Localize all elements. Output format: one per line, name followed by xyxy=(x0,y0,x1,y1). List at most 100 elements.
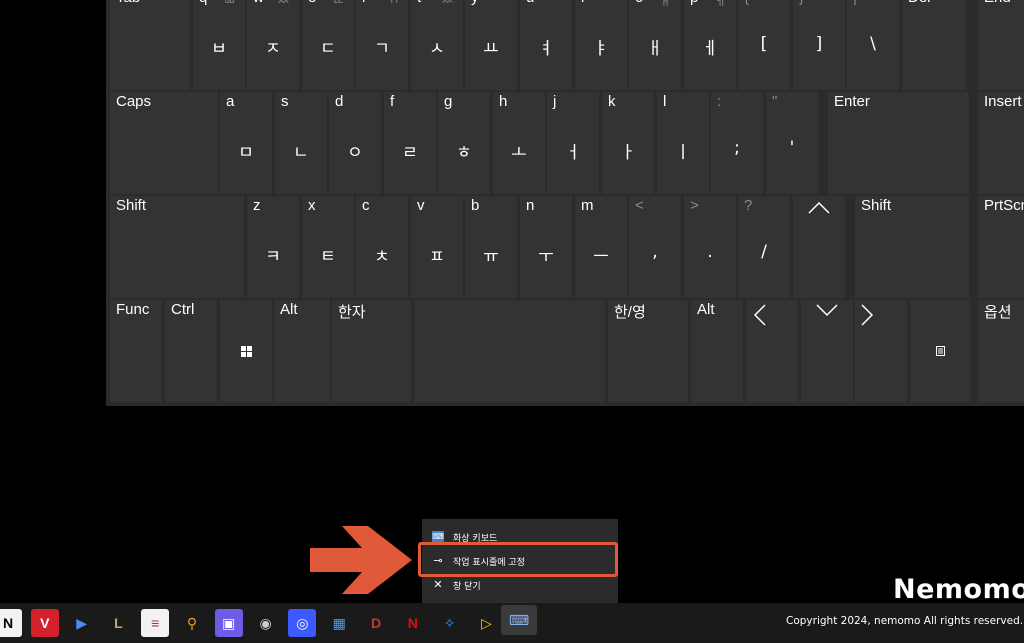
key-w[interactable]: w ㅉㅈ xyxy=(247,0,299,90)
context-menu-icon xyxy=(910,346,970,359)
key-hangul-label: ㅏ xyxy=(620,143,636,163)
camera-app-icon[interactable]: ◎ xyxy=(288,609,317,637)
key-k[interactable]: kㅏ xyxy=(602,92,654,194)
key-a[interactable]: aㅁ xyxy=(220,92,272,194)
key-pipe[interactable]: |\ xyxy=(847,0,899,90)
key-g[interactable]: gㅎ xyxy=(438,92,490,194)
key-quote[interactable]: " ' xyxy=(766,92,818,194)
key-space[interactable] xyxy=(414,300,605,402)
key-menu[interactable] xyxy=(910,300,970,402)
key-b[interactable]: bㅠ xyxy=(465,196,517,298)
key-rbracket[interactable]: }] xyxy=(793,0,845,90)
key-insert[interactable]: Insert xyxy=(978,92,1024,194)
key-d[interactable]: dㅇ xyxy=(329,92,381,194)
key-j[interactable]: jㅓ xyxy=(547,92,599,194)
key-shift-right[interactable]: Shift xyxy=(855,196,969,298)
key-hangul-label: ㄹ xyxy=(402,143,418,163)
key-prtscn[interactable]: PrtScn xyxy=(978,196,1024,298)
key-down[interactable] xyxy=(801,300,853,402)
key-alt-left[interactable]: Alt xyxy=(274,300,330,402)
key-colon[interactable]: :; xyxy=(711,92,763,194)
key-label: Enter xyxy=(834,93,870,110)
key-m[interactable]: mㅡ xyxy=(575,196,627,298)
key-q[interactable]: q ㅃㅂ xyxy=(193,0,245,90)
capture-app-icon[interactable]: ▣ xyxy=(214,609,243,637)
key-l[interactable]: lㅣ xyxy=(657,92,709,194)
key-o[interactable]: o ㅒㅐ xyxy=(629,0,681,90)
key-tab[interactable]: Tab xyxy=(110,0,190,90)
key-hangul-label: ㅣ xyxy=(675,143,691,163)
notion-app-icon[interactable]: N xyxy=(0,609,22,637)
key-label: v xyxy=(417,197,425,214)
key-y[interactable]: yㅛ xyxy=(465,0,517,90)
key-hangul-label: ㅔ xyxy=(702,39,718,59)
key-ctrl[interactable]: Ctrl xyxy=(165,300,217,402)
diablo-app-icon[interactable]: D xyxy=(362,609,390,637)
key-right[interactable] xyxy=(855,300,907,402)
key-win[interactable] xyxy=(220,300,272,402)
key-enter[interactable]: Enter xyxy=(828,92,969,194)
key-label: | xyxy=(853,0,857,6)
key-x[interactable]: xㅌ xyxy=(302,196,354,298)
key-question[interactable]: ? / xyxy=(738,196,790,298)
key-func[interactable]: Func xyxy=(110,300,162,402)
key-del[interactable]: Del xyxy=(902,0,966,90)
arrow-right-icon xyxy=(861,304,907,329)
chrome-app-icon[interactable]: ◉ xyxy=(251,609,280,637)
key-left[interactable] xyxy=(746,300,798,402)
media-app-icon[interactable]: ▷ xyxy=(472,609,501,637)
key-shift-left[interactable]: Shift xyxy=(110,196,244,298)
league-app-icon[interactable]: L xyxy=(104,609,133,637)
key-label: y xyxy=(471,0,479,6)
key-label: c xyxy=(362,197,370,214)
key-lbracket[interactable]: {[ xyxy=(738,0,790,90)
bluetooth-app-icon[interactable]: ✧ xyxy=(435,609,464,637)
key-label: r xyxy=(362,0,367,6)
key-hangul-label: ㅇ xyxy=(347,143,363,163)
key-caps[interactable]: Caps xyxy=(110,92,218,194)
osk-app-icon[interactable]: ⌨ xyxy=(501,605,537,635)
key-u[interactable]: uㅕ xyxy=(520,0,572,90)
key-hangul-label: ㅂ xyxy=(211,39,227,59)
key-p[interactable]: p ㅖㅔ xyxy=(684,0,736,90)
key-label: n xyxy=(526,197,535,214)
key-hanyeong[interactable]: 한/영 xyxy=(608,300,688,402)
key-n[interactable]: nㅜ xyxy=(520,196,572,298)
key-r[interactable]: r ㄲㄱ xyxy=(356,0,408,90)
key-t[interactable]: t ㅆㅅ xyxy=(411,0,463,90)
calculator-app-icon[interactable]: ▦ xyxy=(325,609,354,637)
key-label: s xyxy=(281,93,289,110)
key-v[interactable]: vㅍ xyxy=(411,196,463,298)
key-alt-right[interactable]: Alt xyxy=(691,300,743,402)
key-label: a xyxy=(226,93,235,110)
key-label: g xyxy=(444,93,453,110)
key-c[interactable]: cㅊ xyxy=(356,196,408,298)
key-up[interactable] xyxy=(793,196,845,298)
key-i[interactable]: iㅑ xyxy=(575,0,627,90)
key-symbol-label: ; xyxy=(734,138,740,158)
menu-item-close-window[interactable]: ✕ 창 닫기 xyxy=(422,575,618,597)
key-greater[interactable]: >. xyxy=(684,196,736,298)
key-end[interactable]: End xyxy=(978,0,1024,90)
key-h[interactable]: hㅗ xyxy=(493,92,545,194)
flag-app-icon[interactable]: ≡ xyxy=(141,609,170,637)
key-symbol-label: \ xyxy=(870,34,876,54)
arrow-down-icon xyxy=(801,304,853,321)
search-app-icon[interactable]: ⚲ xyxy=(178,609,206,637)
netflix-app-icon[interactable]: N xyxy=(398,609,427,637)
key-f[interactable]: fㄹ xyxy=(384,92,436,194)
key-label: End xyxy=(984,0,1011,6)
key-s[interactable]: sㄴ xyxy=(275,92,327,194)
key-hanja[interactable]: 한자 xyxy=(332,300,411,402)
key-label: k xyxy=(608,93,616,110)
v3-app-icon[interactable]: V xyxy=(30,609,59,637)
key-label: z xyxy=(253,197,261,214)
key-hangul-label: ㅡ xyxy=(593,247,609,267)
key-options[interactable]: 옵션 xyxy=(978,300,1024,402)
key-hangul-label: ㄱ xyxy=(374,39,390,59)
key-z[interactable]: zㅋ xyxy=(247,196,299,298)
play-store-app-icon[interactable]: ▶ xyxy=(67,609,96,637)
key-less[interactable]: <, xyxy=(629,196,681,298)
key-label: } xyxy=(799,0,804,6)
key-e[interactable]: e ㄸㄷ xyxy=(302,0,354,90)
